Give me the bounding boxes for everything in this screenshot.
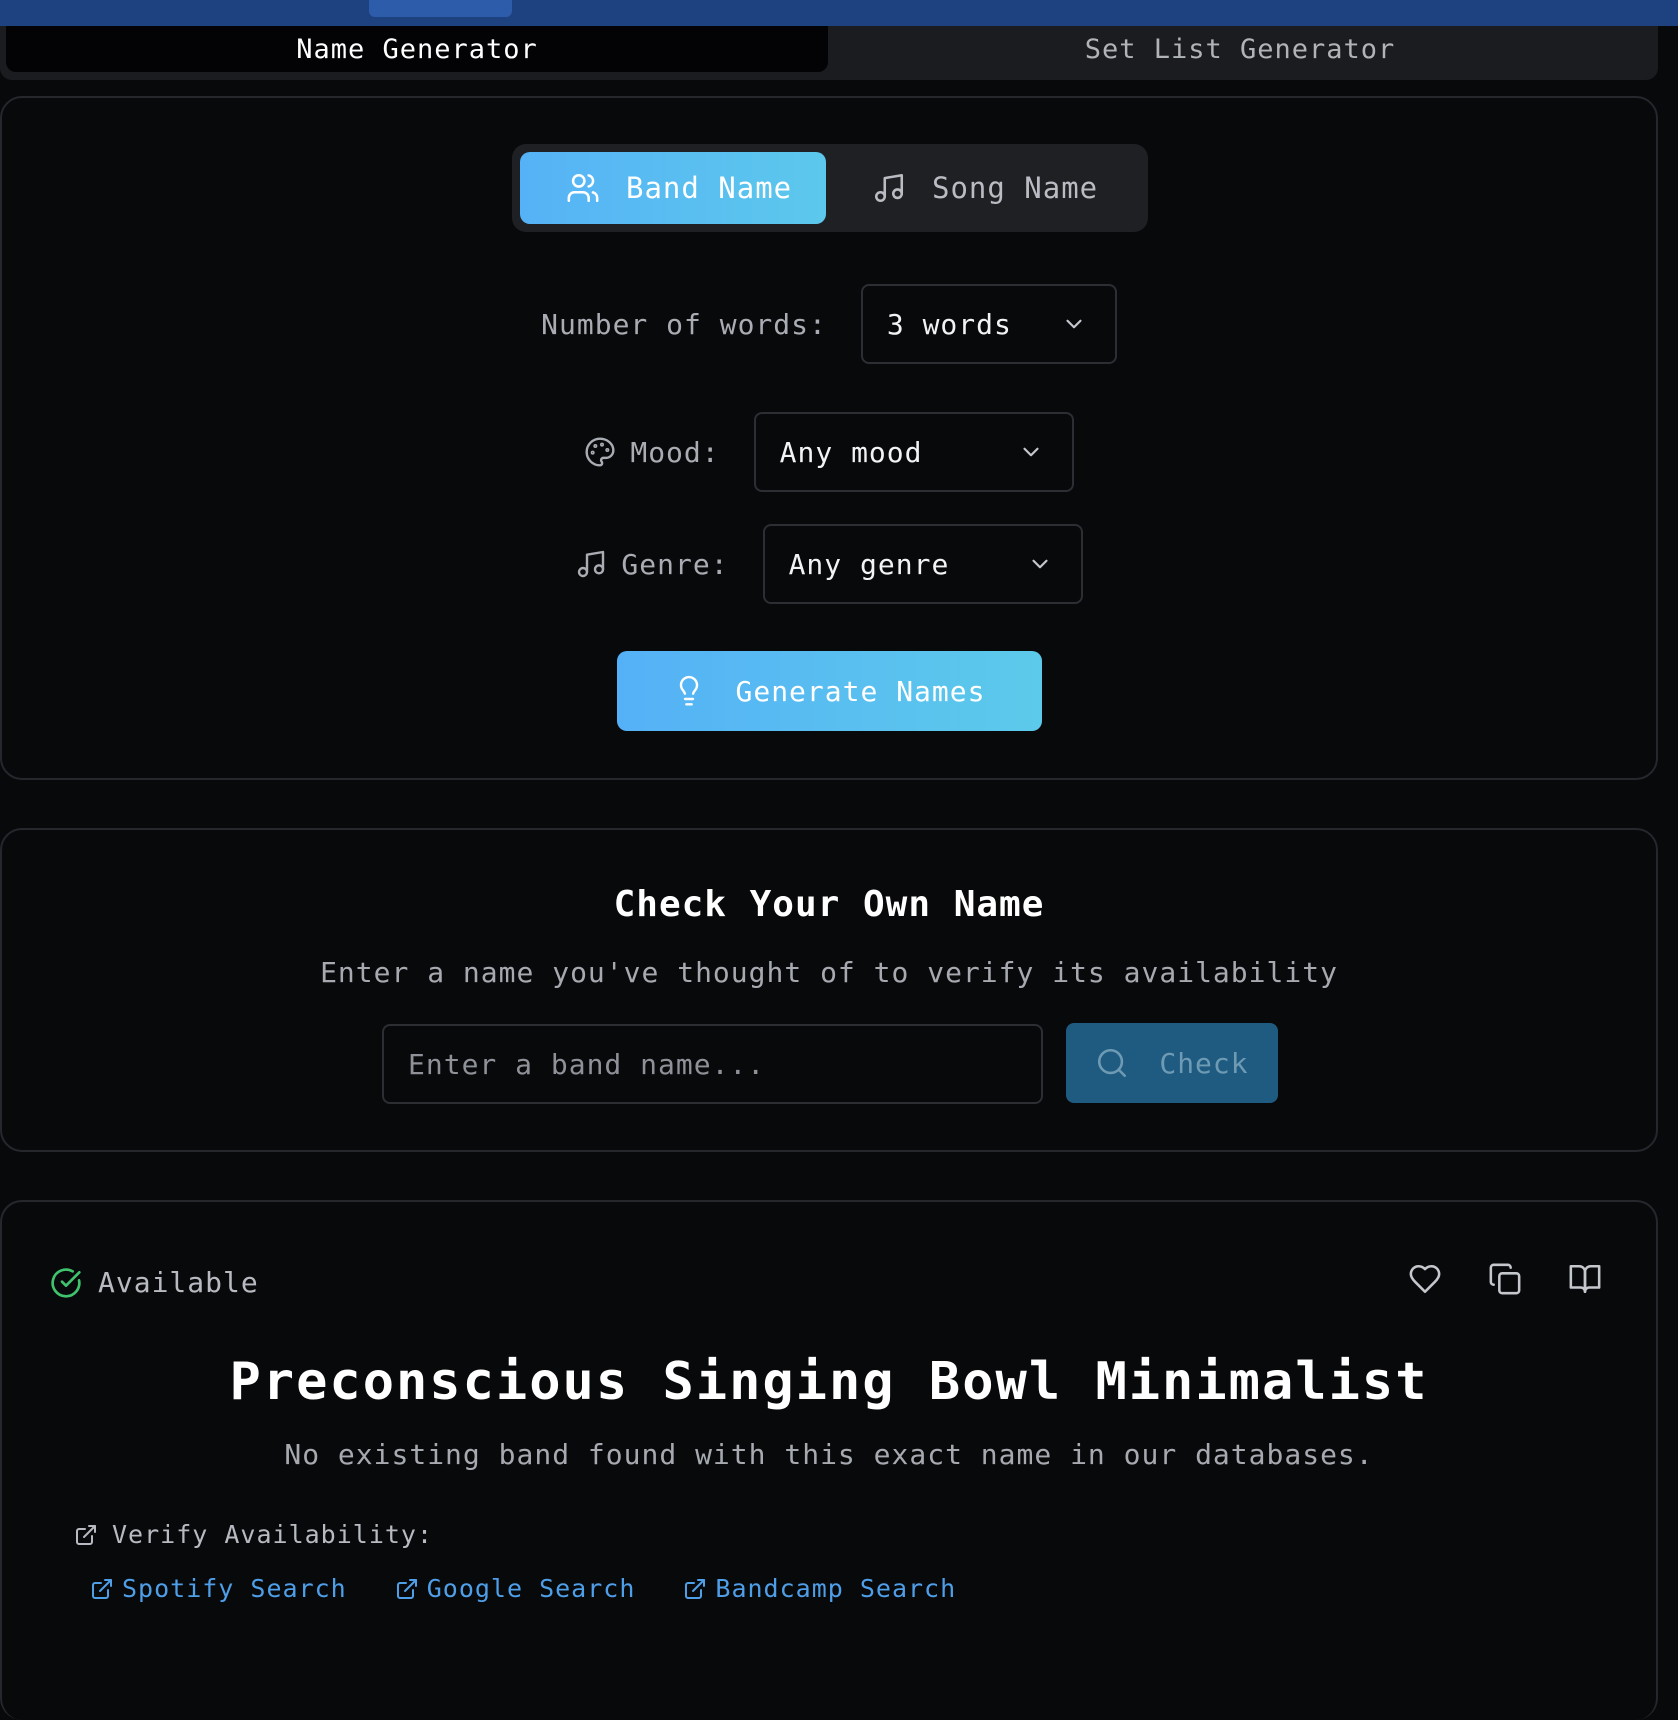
check-button[interactable]: Check xyxy=(1066,1023,1278,1103)
mood-label-text: Mood: xyxy=(630,435,720,469)
copy-button[interactable] xyxy=(1488,1262,1522,1296)
check-subtitle: Enter a name you've thought of to verify… xyxy=(320,956,1338,989)
song-name-button[interactable]: Song Name xyxy=(872,152,1142,224)
tab-name-generator[interactable]: Name Generator xyxy=(6,26,828,72)
chevron-down-icon xyxy=(1023,447,1039,457)
words-select-value: 3 words xyxy=(886,307,1012,341)
mood-row: Mood: Any mood xyxy=(2,412,1656,492)
external-link-icon xyxy=(92,1578,112,1599)
song-name-label: Song Name xyxy=(932,171,1099,205)
lightbulb-icon xyxy=(680,675,699,706)
band-name-button[interactable]: Band Name xyxy=(520,152,826,224)
name-type-toggle: Band Name Song Name xyxy=(512,144,1148,232)
words-row: Number of words: 3 words xyxy=(2,284,1656,364)
heart-icon xyxy=(1409,1264,1441,1294)
generate-names-button[interactable]: Generate Names xyxy=(617,651,1042,731)
result-card: Available Preconscious Singing Bowl Mini… xyxy=(0,1200,1658,1720)
availability-status: Available xyxy=(50,1266,259,1299)
bandcamp-search-link[interactable]: Bandcamp Search xyxy=(683,1574,956,1603)
chevron-down-icon xyxy=(1066,319,1082,329)
spotify-search-label: Spotify Search xyxy=(122,1574,347,1603)
genre-label-text: Genre: xyxy=(621,547,729,581)
words-select[interactable]: 3 words xyxy=(860,284,1117,364)
details-button[interactable] xyxy=(1568,1262,1602,1296)
words-label-text: Number of words: xyxy=(541,307,827,341)
spotify-search-link[interactable]: Spotify Search xyxy=(90,1574,347,1603)
music-note-icon xyxy=(578,550,605,578)
chevron-down-icon xyxy=(1031,559,1048,569)
genre-label: Genre: xyxy=(575,548,728,581)
verify-availability-title: Verify Availability: xyxy=(74,1520,433,1549)
check-circle-icon xyxy=(51,1267,81,1298)
book-open-icon xyxy=(1569,1264,1601,1294)
bandcamp-search-label: Bandcamp Search xyxy=(715,1574,957,1603)
google-search-link[interactable]: Google Search xyxy=(395,1574,636,1603)
external-link-icon xyxy=(396,1578,417,1599)
status-text: Available xyxy=(98,1266,259,1299)
generator-card: Band Name Song Name Number of words: 3 w… xyxy=(0,96,1658,780)
result-actions xyxy=(1408,1262,1602,1296)
search-icon xyxy=(1098,1048,1127,1078)
mood-label: Mood: xyxy=(584,436,719,469)
verify-title-text: Verify Availability: xyxy=(112,1520,434,1549)
band-name-label: Band Name xyxy=(626,171,793,205)
generated-name: Preconscious Singing Bowl Minimalist xyxy=(229,1352,1429,1412)
verify-links: Spotify Search Google Search Bandcamp Se… xyxy=(90,1574,956,1603)
check-button-label: Check xyxy=(1159,1046,1249,1080)
top-bar xyxy=(0,0,1678,26)
genre-select[interactable]: Any genre xyxy=(762,524,1083,604)
genre-row: Genre: Any genre xyxy=(2,524,1656,604)
copy-icon xyxy=(1489,1263,1521,1295)
external-link-icon xyxy=(76,1524,96,1545)
external-link-icon xyxy=(685,1578,706,1599)
check-name-card: Check Your Own Name Enter a name you've … xyxy=(0,828,1658,1152)
google-search-label: Google Search xyxy=(426,1574,636,1603)
generate-names-label: Generate Names xyxy=(735,674,986,708)
mood-select-value: Any mood xyxy=(779,435,923,469)
mood-select[interactable]: Any mood xyxy=(753,412,1074,492)
check-title: Check Your Own Name xyxy=(613,884,1045,925)
band-name-input[interactable] xyxy=(382,1024,1043,1104)
tab-set-list-generator[interactable]: Set List Generator xyxy=(828,26,1652,72)
genre-select-value: Any genre xyxy=(788,547,950,581)
favorite-button[interactable] xyxy=(1408,1262,1442,1296)
palette-icon xyxy=(585,437,615,467)
top-bar-active-tab[interactable] xyxy=(369,0,512,17)
main-tabs: Name Generator Set List Generator xyxy=(0,26,1658,80)
words-label: Number of words: xyxy=(541,308,827,341)
users-icon xyxy=(567,173,599,203)
result-description: No existing band found with this exact n… xyxy=(284,1438,1374,1471)
music-note-icon xyxy=(874,173,904,203)
